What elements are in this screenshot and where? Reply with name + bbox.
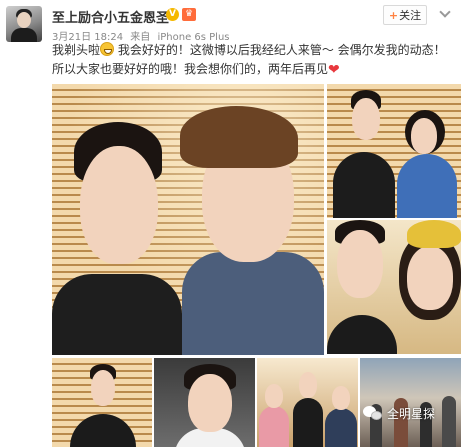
follow-label: 关注 bbox=[399, 9, 422, 22]
member-level-icon: ♛ bbox=[182, 8, 196, 21]
chevron-down-icon[interactable] bbox=[439, 6, 451, 18]
photo-main[interactable] bbox=[52, 84, 324, 355]
post-text: 我剃头啦 我会好好的！这微博以后我经纪人来管～ 会偶尔发我的动态！所以大家也要好… bbox=[52, 41, 452, 80]
post-text-part1: 我剃头啦 bbox=[52, 43, 101, 57]
follow-button[interactable]: + 关注 bbox=[383, 5, 427, 25]
photo-bottom-4[interactable] bbox=[360, 358, 461, 447]
watermark: 全明星探 bbox=[363, 405, 435, 422]
avatar[interactable] bbox=[6, 6, 42, 42]
photo-bottom-3[interactable] bbox=[257, 358, 358, 447]
watermark-text: 全明星探 bbox=[387, 407, 436, 421]
laugh-emoji-icon bbox=[100, 42, 115, 56]
username[interactable]: 至上励合小五金恩圣 bbox=[52, 7, 169, 26]
photo-bottom-2[interactable] bbox=[154, 358, 255, 447]
verified-v-icon: V bbox=[166, 8, 179, 21]
wechat-icon bbox=[363, 405, 383, 422]
photo-top-right-2[interactable] bbox=[327, 220, 461, 354]
photo-top-right-1[interactable] bbox=[327, 84, 461, 218]
photo-bottom-1[interactable] bbox=[52, 358, 152, 447]
heart-emoji-icon: ❤ bbox=[328, 62, 340, 78]
plus-icon: + bbox=[388, 8, 399, 22]
